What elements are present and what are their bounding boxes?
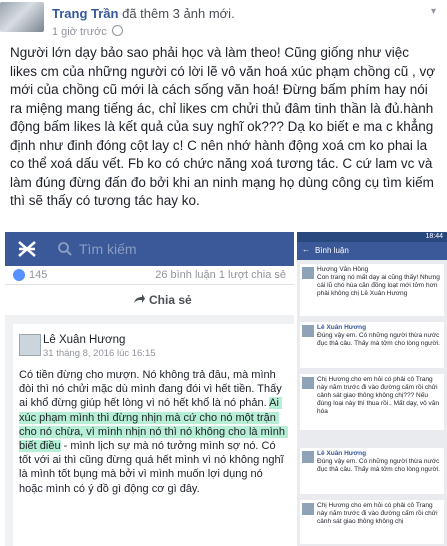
share-row: Chia sẻ (5, 284, 294, 315)
comment-author: Lê Xuân Hương (317, 450, 367, 457)
post-time[interactable]: 1 giờ trước (52, 26, 107, 38)
comment-text: Hương Vân Hồng Con trang nó mất dạy ai c… (317, 266, 440, 297)
comment-text: Đúng vậy em. Có những người thừa nước đụ… (317, 458, 442, 473)
comment-avatar (302, 377, 314, 389)
author-name[interactable]: Trang Trần (52, 6, 118, 21)
comment-body: Lê Xuân Hương Đúng vậy em. Có những người… (317, 450, 441, 474)
comment-item: Chị Hương cho em hỏi có phải cô Trang nà… (300, 500, 444, 544)
comment-item: Hương Vân Hồng Con trang nó mất dạy ai c… (300, 264, 444, 316)
status-time: 18:44 (425, 233, 443, 240)
reaction-count: 145 (29, 269, 48, 281)
comment-avatar (302, 325, 314, 337)
search-icon (58, 242, 72, 256)
phone-status-bar: 18:44 (297, 232, 447, 242)
post-header: Trang Trần đã thêm 3 ảnh mới. 1 giờ trướ… (0, 0, 447, 38)
shared-text-a: Có tiền đừng cho mượn. Nó không trả đâu,… (19, 369, 285, 410)
comment-text: Chị Hương cho em hỏi có phải cô Trang nà… (317, 502, 440, 525)
post-text: Người lớn dạy bảo sao phải học và làm th… (10, 45, 439, 208)
comment-text: Chị Hương cho em hỏi có phải cô Trang nà… (317, 376, 441, 415)
shared-author-name: Lê Xuân Hương (43, 334, 126, 346)
globe-icon (111, 25, 123, 36)
author-avatar[interactable] (0, 2, 44, 32)
comment-item: Lê Xuân Hương Đúng vậy em. Có những người… (300, 322, 444, 368)
search-input: Tìm kiếm (79, 241, 137, 257)
comment-item: Chị Hương cho em hỏi có phải cô Trang nà… (300, 374, 444, 430)
back-arrow-icon: ← (302, 245, 310, 254)
comment-item: Lê Xuân Hương Đúng vậy em. Có những người… (300, 448, 444, 494)
author-line: Trang Trần đã thêm 3 ảnh mới. (52, 6, 235, 21)
post-action: đã thêm 3 ảnh mới. (122, 6, 235, 21)
shared-author-avatar (19, 334, 41, 356)
fb-top-bar: Tìm kiếm (5, 232, 294, 266)
comment-author: Lê Xuân Hương (317, 324, 367, 331)
comment-body: Lê Xuân Hương Đúng vậy em. Có những người… (317, 324, 441, 348)
comment-text: Đúng vậy em. Có những người thừa nước đụ… (317, 332, 442, 347)
post-meta: 1 giờ trước (52, 25, 123, 38)
comment-avatar (302, 267, 314, 279)
shared-post: Lê Xuân Hương 31 tháng 8, 2016 lúc 16:15… (13, 324, 294, 546)
comments-title: Bình luận (315, 246, 349, 255)
collapse-icon (18, 241, 36, 257)
like-icon (13, 269, 25, 281)
photo-right[interactable]: 18:44 ← Bình luận Hương Vân Hồng Con tra… (297, 232, 447, 546)
comments-header: ← Bình luận (297, 242, 447, 260)
comments-shares: 26 bình luận 1 lượt chia sẻ (155, 269, 286, 281)
chevron-down-icon[interactable]: ▾ (431, 6, 441, 17)
shared-post-time: 31 tháng 8, 2016 lúc 16:15 (43, 348, 156, 359)
photo-left[interactable]: Tìm kiếm 145 26 bình luận 1 lượt chia sẻ… (5, 232, 294, 546)
comment-avatar (302, 451, 314, 463)
share-label: Chia sẻ (149, 293, 192, 307)
shared-post-text: Có tiền đừng cho mượn. Nó không trả đâu,… (19, 368, 289, 496)
comment-avatar (302, 503, 314, 515)
share-icon (134, 294, 145, 303)
reactions-bar: 145 26 bình luận 1 lượt chia sẻ (5, 266, 294, 284)
